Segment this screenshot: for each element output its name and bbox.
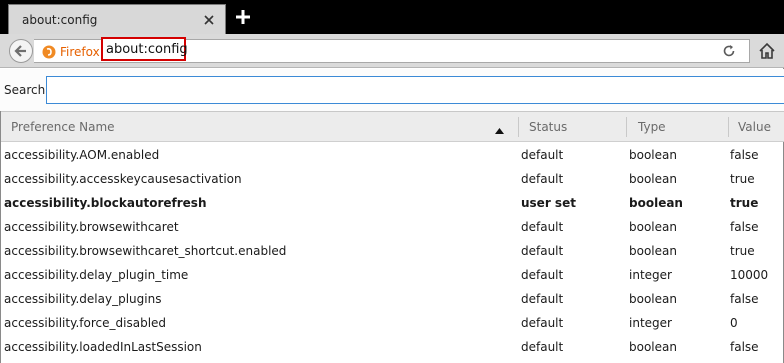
search-input[interactable] [46,76,784,104]
type-cell: boolean [629,340,677,354]
value-cell: false [730,340,759,354]
column-separator[interactable] [626,117,627,137]
value-cell: true [730,172,755,186]
column-header-value[interactable]: Value [738,120,771,134]
table-body: accessibility.AOM.enabled default boolean f… [1,143,784,359]
table-row[interactable]: accessibility.browsewithcaret default bool… [1,215,784,239]
navigation-toolbar: Firefox about:config [0,34,784,68]
type-cell: boolean [629,220,677,234]
preference-name-cell: accessibility.loadedInLastSession [4,340,202,354]
search-row: Search: [0,69,784,111]
tab-title: about:config [22,12,98,27]
preference-name-cell: accessibility.AOM.enabled [4,148,160,162]
column-header-preference-name[interactable]: Preference Name [11,120,115,134]
back-arrow-icon [14,45,26,57]
status-cell: default [521,268,564,282]
preference-name-cell: accessibility.browsewithcaret_shortcut.e… [4,244,287,258]
sort-ascending-icon [495,123,504,137]
preference-name-cell: accessibility.delay_plugins [4,292,162,306]
type-cell: integer [629,316,672,330]
reload-icon [723,45,735,57]
value-cell: false [730,292,759,306]
preferences-table: Preference Name Status Type Value access… [0,111,784,363]
table-row[interactable]: accessibility.accesskeycausesactivation d… [1,167,784,191]
new-tab-button[interactable] [232,6,254,28]
preference-name-cell: accessibility.force_disabled [4,316,167,330]
column-separator[interactable] [518,117,519,137]
status-cell: default [521,220,564,234]
value-cell: true [730,196,759,210]
back-button[interactable] [9,39,33,63]
table-row[interactable]: accessibility.loadedInLastSession default… [1,335,784,359]
identity-label: Firefox [60,45,100,59]
reload-button[interactable] [721,43,737,59]
url-bar[interactable]: Firefox about:config [34,37,750,63]
tab-strip: about:config [0,0,784,34]
status-cell: user set [521,196,576,210]
table-row[interactable]: accessibility.AOM.enabled default boolean f… [1,143,784,167]
url-text[interactable]: about:config [101,37,188,61]
status-cell: default [521,244,564,258]
home-icon [759,42,775,59]
table-header: Preference Name Status Type Value [1,111,784,142]
status-cell: default [521,292,564,306]
value-cell: 10000 [730,268,769,282]
status-cell: default [521,340,564,354]
type-cell: boolean [629,196,683,210]
home-button[interactable] [756,40,778,62]
status-cell: default [521,148,564,162]
table-row[interactable]: accessibility.delay_plugin_time default in… [1,263,784,287]
column-header-type[interactable]: Type [638,120,666,134]
value-cell: true [730,244,755,258]
identity-box[interactable]: Firefox [42,44,100,60]
preference-name-cell: accessibility.delay_plugin_time [4,268,189,282]
type-cell: boolean [629,172,677,186]
value-cell: false [730,148,759,162]
preference-name-cell: accessibility.blockautorefresh [4,196,207,210]
value-cell: 0 [730,316,738,330]
close-icon[interactable] [199,10,219,30]
table-row[interactable]: accessibility.browsewithcaret_shortcut.e… [1,239,784,263]
type-cell: boolean [629,244,677,258]
status-cell: default [521,172,564,186]
preference-name-cell: accessibility.accesskeycausesactivation [4,172,242,186]
type-cell: integer [629,268,672,282]
tab-about-config[interactable]: about:config [8,4,226,34]
firefox-logo-icon [42,45,56,59]
preference-name-cell: accessibility.browsewithcaret [4,220,179,234]
table-row[interactable]: accessibility.force_disabled default integ… [1,311,784,335]
column-header-status[interactable]: Status [529,120,567,134]
type-cell: boolean [629,292,677,306]
table-row[interactable]: accessibility.blockautorefresh user set bo… [1,191,784,215]
table-row[interactable]: accessibility.delay_plugins default boolea… [1,287,784,311]
type-cell: boolean [629,148,677,162]
search-label: Search: [4,83,50,97]
status-cell: default [521,316,564,330]
value-cell: false [730,220,759,234]
column-separator[interactable] [728,117,729,137]
plus-icon [236,10,250,24]
